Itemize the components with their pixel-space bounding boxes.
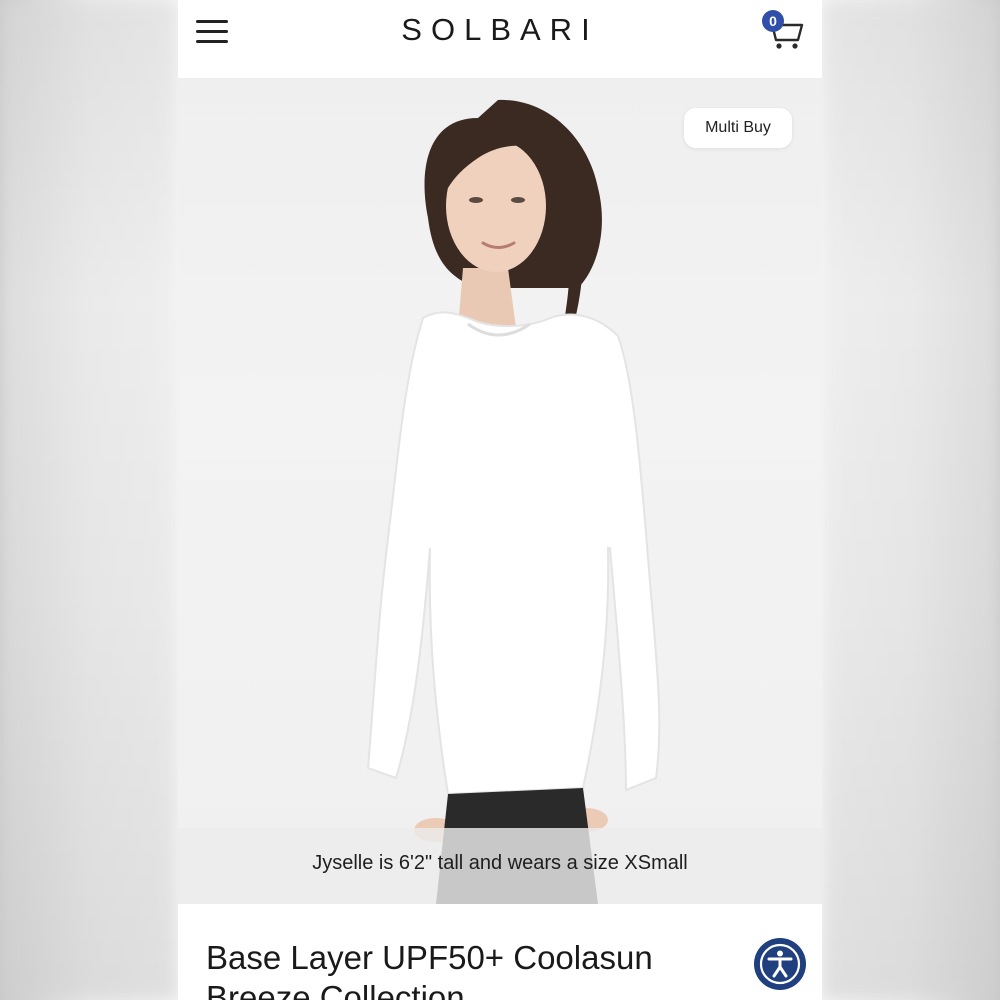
mobile-page: SOLBARI 0 Multi Buy Jyselle is 6'2" tall… — [178, 0, 822, 1000]
cart-count-badge: 0 — [762, 10, 784, 32]
product-title-line-1: Base Layer UPF50+ Coolasun — [206, 939, 653, 977]
accessibility-glyph — [759, 943, 801, 985]
model-illustration — [366, 99, 661, 904]
site-header: SOLBARI 0 — [178, 0, 822, 78]
multi-buy-badge[interactable]: Multi Buy — [684, 108, 792, 148]
background-blur-right — [822, 0, 1000, 1000]
brand-logo[interactable]: SOLBARI — [178, 12, 822, 48]
product-image[interactable]: Multi Buy Jyselle is 6'2" tall and wears… — [178, 78, 822, 904]
model-size-caption: Jyselle is 6'2" tall and wears a size XS… — [312, 852, 688, 874]
shopping-cart-icon[interactable]: 0 — [756, 6, 808, 54]
model-caption-bar: Jyselle is 6'2" tall and wears a size XS… — [178, 828, 822, 904]
product-title-line-2: Breeze Collection — [206, 979, 465, 1000]
background-blur-left — [0, 0, 178, 1000]
accessibility-person-icon[interactable] — [754, 938, 806, 990]
product-title: Base Layer UPF50+ Coolasun Breeze Collec… — [206, 938, 726, 1000]
